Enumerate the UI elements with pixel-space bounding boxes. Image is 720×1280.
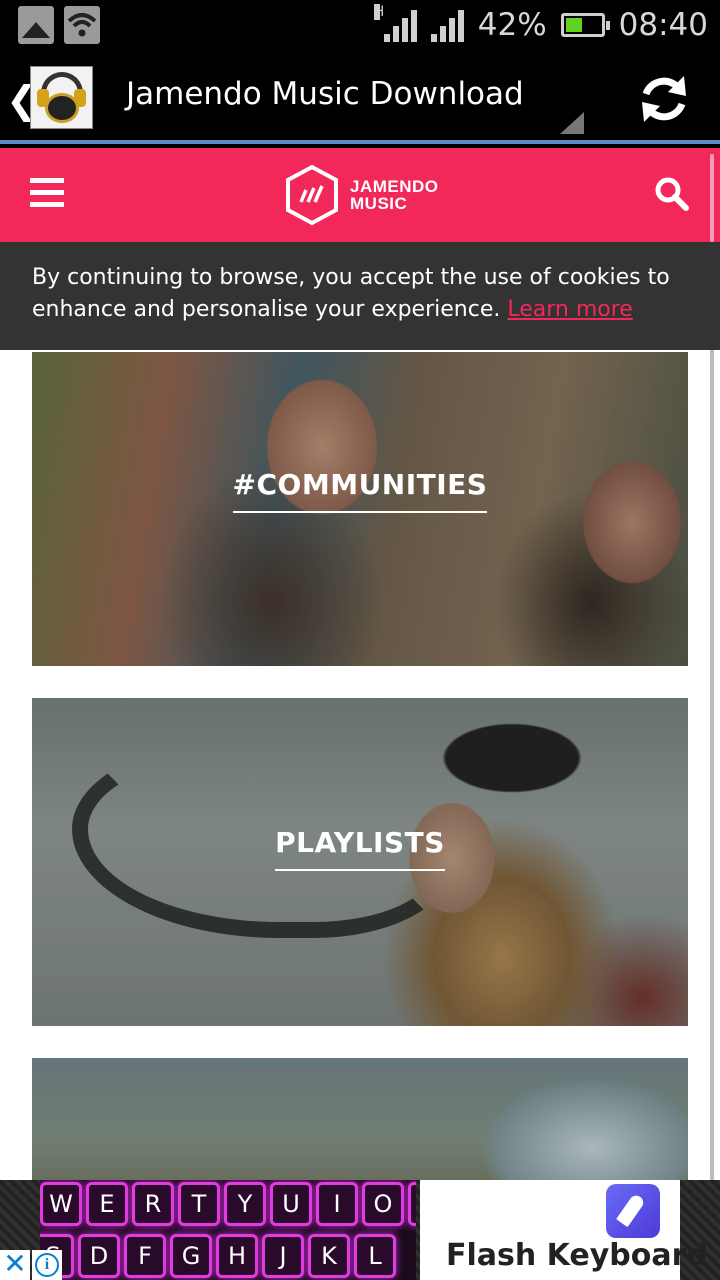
clock: 08:40 xyxy=(618,7,708,43)
logo-line1: JAMENDO xyxy=(350,177,439,196)
app-title: Jamendo Music Download xyxy=(126,76,524,112)
ad-key: E xyxy=(86,1182,128,1226)
ad-keyboard-image: WERTYUIOP SDFGHJKL xyxy=(40,1180,416,1280)
site-header: JAMENDO MUSIC xyxy=(0,148,720,242)
scrollbar[interactable] xyxy=(710,154,714,242)
battery-icon xyxy=(560,13,610,37)
playlists-label: PLAYLISTS xyxy=(275,826,445,871)
dropdown-indicator-icon[interactable] xyxy=(560,112,584,134)
status-bar: H 42% 08:40 xyxy=(0,0,720,50)
app-toolbar: ❮ Jamendo Music Download xyxy=(0,50,720,144)
jamendo-hex-icon xyxy=(286,164,338,226)
app-logo-icon[interactable] xyxy=(30,66,93,129)
mobile-signal-icon: H xyxy=(373,4,417,42)
hamburger-menu-icon[interactable] xyxy=(30,178,64,208)
refresh-icon[interactable] xyxy=(636,72,692,126)
ad-key: J xyxy=(262,1234,304,1278)
ad-key: W xyxy=(40,1182,82,1226)
third-card[interactable] xyxy=(32,1058,688,1180)
main-content: #COMMUNITIES PLAYLISTS xyxy=(0,350,720,1180)
ad-key: P xyxy=(408,1182,416,1226)
wifi-notification-icon xyxy=(64,6,100,44)
ad-content[interactable]: Flash Keyboard xyxy=(420,1180,708,1280)
gallery-notification-icon xyxy=(18,6,54,44)
playlists-card[interactable]: PLAYLISTS xyxy=(32,698,688,1026)
ad-key: R xyxy=(132,1182,174,1226)
ad-banner[interactable]: WERTYUIOP SDFGHJKL Flash Keyboard xyxy=(0,1180,720,1280)
flash-keyboard-app-icon xyxy=(606,1184,660,1238)
ad-key: K xyxy=(308,1234,350,1278)
search-icon[interactable] xyxy=(654,176,690,212)
ad-key: D xyxy=(78,1234,120,1278)
cookie-notice: By continuing to browse, you accept the … xyxy=(0,242,720,350)
page-scrollbar[interactable] xyxy=(710,350,714,1180)
ad-key: O xyxy=(362,1182,404,1226)
ad-info-icon[interactable]: i xyxy=(32,1250,62,1280)
ad-key: Y xyxy=(224,1182,266,1226)
ad-key: G xyxy=(170,1234,212,1278)
ad-key: T xyxy=(178,1182,220,1226)
ad-key: I xyxy=(316,1182,358,1226)
ad-key: F xyxy=(124,1234,166,1278)
battery-percent: 42% xyxy=(477,7,547,43)
toolbar-divider xyxy=(0,140,720,144)
ad-key: H xyxy=(216,1234,258,1278)
jamendo-logo[interactable]: JAMENDO MUSIC xyxy=(284,164,439,226)
learn-more-link[interactable]: Learn more xyxy=(507,297,632,322)
communities-card[interactable]: #COMMUNITIES xyxy=(32,352,688,666)
ad-key: U xyxy=(270,1182,312,1226)
logo-line2: MUSIC xyxy=(350,194,408,213)
ad-close-icon[interactable]: ✕ xyxy=(0,1250,30,1280)
mobile-signal-2-icon xyxy=(430,8,464,42)
ad-key: L xyxy=(354,1234,396,1278)
communities-label: #COMMUNITIES xyxy=(232,468,488,513)
ad-title: Flash Keyboard xyxy=(446,1238,708,1273)
